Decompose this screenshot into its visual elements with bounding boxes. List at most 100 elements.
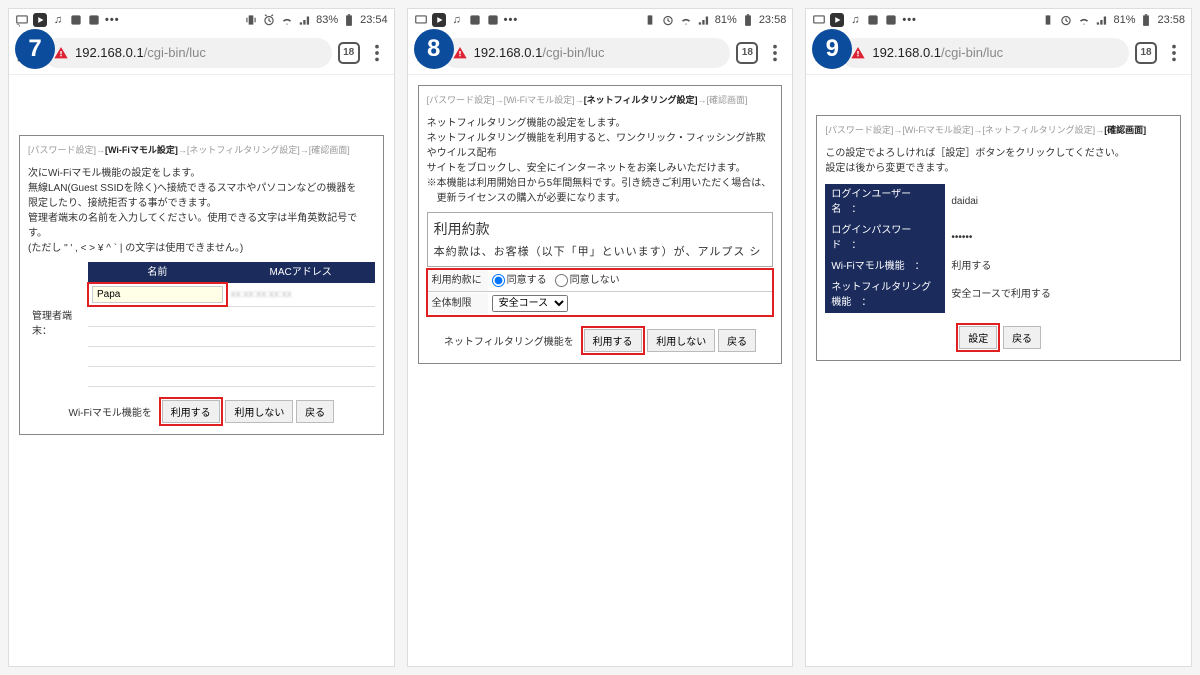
clock-text: 23:58 (1157, 14, 1185, 26)
vibrate-icon (244, 13, 258, 27)
signal-icon (298, 13, 312, 27)
page-content: [パスワード設定]→[Wi-Fiマモル設定]→[ネットフィルタリング設定]→[確… (806, 75, 1191, 666)
phone-panel-7: 7 ♫ ••• 83% 23:54 192.168.0.1/cgi-bin/lu… (8, 8, 395, 667)
youtube-icon (830, 13, 844, 27)
alarm-icon (661, 13, 675, 27)
breadcrumb: [パスワード設定]→[Wi-Fiマモル設定]→[ネットフィルタリング設定]→[確… (427, 94, 774, 108)
apply-button[interactable]: 設定 (959, 326, 997, 349)
url-field[interactable]: 192.168.0.1/cgi-bin/luc (840, 38, 1129, 68)
back-button[interactable]: 戻る (718, 329, 756, 352)
policy-select[interactable]: 安全コース (492, 295, 568, 312)
button-row-label: ネットフィルタリング機能を (444, 337, 574, 348)
cast-icon (812, 13, 826, 27)
th-mac: MACアドレス (227, 262, 375, 283)
use-button[interactable]: 利用する (162, 400, 220, 423)
button-row: ネットフィルタリング機能を 利用する 利用しない 戻る (427, 326, 774, 355)
back-button[interactable]: 戻る (296, 400, 334, 423)
battery-icon (1139, 13, 1153, 27)
vibrate-icon (643, 13, 657, 27)
name-input-cell (88, 283, 227, 307)
policy-label: 全体制限 (428, 293, 488, 314)
button-row: 設定 戻る (825, 323, 1172, 352)
confirm-text: この設定でよろしければ［設定］ボタンをクリックしてください。 設定は後から変更で… (825, 146, 1172, 176)
vibrate-icon (1041, 13, 1055, 27)
button-row: Wi-Fiマモル機能を 利用する 利用しない 戻る (28, 397, 375, 426)
step-badge: 7 (15, 29, 55, 69)
agree-no-radio[interactable]: 同意しない (555, 273, 620, 288)
music-icon: ♫ (848, 13, 862, 27)
instruction-text: ネットフィルタリング機能の設定をします。 ネットフィルタリング機能を利用すると、… (427, 116, 774, 206)
phone-panel-8: 8 ♫ ••• 81% 23:58 192.168.0.1/cgi-bin/lu… (407, 8, 794, 667)
app-icon-2 (87, 13, 101, 27)
admin-device-table: 管理者端末： 名前 MACアドレス xx:xx:xx:xx:xx (28, 262, 375, 387)
settings-panel: [パスワード設定]→[Wi-Fiマモル設定]→[ネットフィルタリング設定]→[確… (816, 115, 1181, 361)
app-icon-2 (486, 13, 500, 27)
browser-address-bar: 192.168.0.1/cgi-bin/luc 18 (408, 31, 793, 75)
music-icon: ♫ (450, 13, 464, 27)
signal-icon (1095, 13, 1109, 27)
th-name: 名前 (88, 262, 227, 283)
app-icon (69, 13, 83, 27)
url-field[interactable]: 192.168.0.1/cgi-bin/luc (43, 38, 332, 68)
not-use-button[interactable]: 利用しない (647, 329, 715, 352)
signal-icon (697, 13, 711, 27)
settings-panel: [パスワード設定]→[Wi-Fiマモル設定]→[ネットフィルタリング設定]→[確… (19, 135, 384, 435)
clock-text: 23:54 (360, 14, 388, 26)
back-button[interactable]: 戻る (1003, 326, 1041, 349)
instruction-text: 次にWi-Fiマモル機能の設定をします。 無線LAN(Guest SSIDを除く… (28, 166, 375, 256)
agreement-block: 利用約款に 同意する 同意しない 全体制限 安全コース (427, 269, 774, 316)
music-icon: ♫ (51, 13, 65, 27)
admin-name-input[interactable] (92, 286, 223, 303)
breadcrumb: [パスワード設定]→[Wi-Fiマモル設定]→[ネットフィルタリング設定]→[確… (28, 144, 375, 158)
breadcrumb: [パスワード設定]→[Wi-Fiマモル設定]→[ネットフィルタリング設定]→[確… (825, 124, 1172, 138)
url-host: 192.168.0.1 (872, 45, 941, 60)
url-host: 192.168.0.1 (474, 45, 543, 60)
battery-percent: 81% (715, 14, 737, 26)
alarm-icon (1059, 13, 1073, 27)
kebab-menu-icon[interactable] (366, 42, 388, 64)
use-button[interactable]: 利用する (584, 329, 642, 352)
phone-panel-9: 9 ♫ ••• 81% 23:58 192.168.0.1/cgi-bin/lu… (805, 8, 1192, 667)
kebab-menu-icon[interactable] (1163, 42, 1185, 64)
terms-box: 利用約款 本約款は、お客様（以下「甲」といいます）が、アルプス シ (427, 212, 774, 268)
url-path: /cgi-bin/luc (144, 45, 206, 60)
terms-body: 本約款は、お客様（以下「甲」といいます）が、アルプス シ (434, 244, 767, 261)
button-row-label: Wi-Fiマモル機能を (69, 408, 152, 419)
cast-icon (414, 13, 428, 27)
battery-icon (741, 13, 755, 27)
app-icon (866, 13, 880, 27)
row-label: 管理者端末： (28, 262, 88, 387)
page-content: [パスワード設定]→[Wi-Fiマモル設定]→[ネットフィルタリング設定]→[確… (408, 75, 793, 666)
cast-icon (15, 13, 29, 27)
url-path: /cgi-bin/luc (941, 45, 1003, 60)
tab-count-button[interactable]: 18 (338, 42, 360, 64)
url-path: /cgi-bin/luc (542, 45, 604, 60)
battery-icon (342, 13, 356, 27)
kebab-menu-icon[interactable] (764, 42, 786, 64)
battery-percent: 81% (1113, 14, 1135, 26)
status-bar: ♫ ••• 81% 23:58 (806, 9, 1191, 31)
settings-panel: [パスワード設定]→[Wi-Fiマモル設定]→[ネットフィルタリング設定]→[確… (418, 85, 783, 364)
youtube-icon (432, 13, 446, 27)
app-icon (468, 13, 482, 27)
agree-yes-radio[interactable]: 同意する (492, 273, 547, 288)
youtube-icon (33, 13, 47, 27)
wifi-icon (679, 13, 693, 27)
tab-count-button[interactable]: 18 (1135, 42, 1157, 64)
step-badge: 8 (414, 29, 454, 69)
url-field[interactable]: 192.168.0.1/cgi-bin/luc (442, 38, 731, 68)
tab-count-button[interactable]: 18 (736, 42, 758, 64)
wifi-icon (1077, 13, 1091, 27)
battery-percent: 83% (316, 14, 338, 26)
more-notifications-icon: ••• (105, 14, 120, 26)
wifi-icon (280, 13, 294, 27)
summary-table: ログインユーザー名 ：daidai ログインパスワード ：•••••• Wi-F… (825, 184, 1172, 313)
mac-value: xx:xx:xx:xx:xx (231, 289, 292, 300)
insecure-warning-icon (850, 45, 866, 61)
status-bar: ♫ ••• 81% 23:58 (408, 9, 793, 31)
app-icon-2 (884, 13, 898, 27)
page-content: [パスワード設定]→[Wi-Fiマモル設定]→[ネットフィルタリング設定]→[確… (9, 75, 394, 666)
agree-label: 利用約款に (428, 270, 488, 291)
not-use-button[interactable]: 利用しない (225, 400, 293, 423)
more-notifications-icon: ••• (504, 14, 519, 26)
